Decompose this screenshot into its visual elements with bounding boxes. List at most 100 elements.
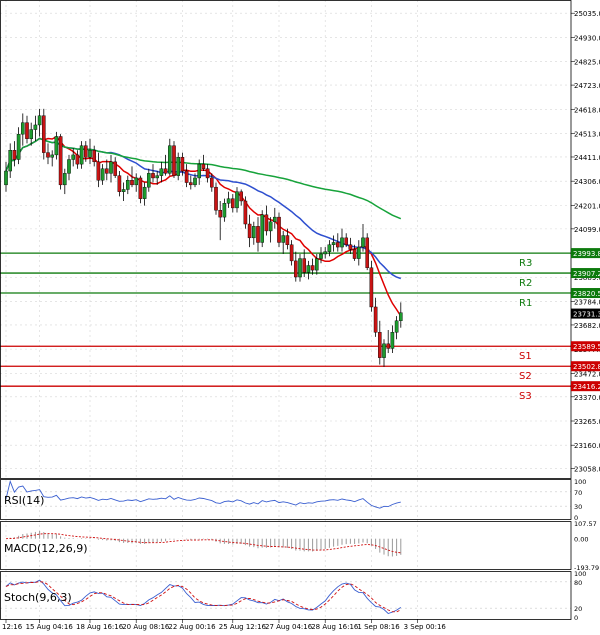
price-axis: 25035.0 24930.0 24825.0 24723.0 24618.0 24513… [571,10,600,622]
candle [104,159,109,181]
candle [331,235,336,252]
candle [142,182,147,206]
candle-body [16,133,21,160]
candle-body [25,122,29,139]
candle-body [109,161,113,174]
price-marker: 23993.8 [571,248,600,259]
candle-body [92,150,96,163]
price-marker: 23907.2 [571,268,600,279]
indicator-tick-label: 30 [574,503,582,511]
candle [8,143,13,178]
candle [184,164,189,188]
price-marker-text: 23589.5 [573,343,600,351]
candle-body [146,173,151,188]
candle [21,113,25,146]
candle [121,182,126,201]
candle-body [197,163,202,179]
price-tick-label: 24825.0 [574,59,600,67]
pivot-level-label: S3 [519,391,532,402]
pivot-level-label: R1 [519,298,532,309]
candle [12,141,17,167]
pivot-levels: R3 R2 R1 S1 S2 S3 [0,252,571,402]
candle [42,108,46,160]
candle [176,152,181,181]
candle [277,212,281,248]
price-marker: 23589.5 [571,341,600,352]
price-tick-label: 23370.0 [574,394,600,402]
candle [243,196,248,229]
price-tick-label: 24930.0 [574,34,600,42]
pivot-level-label: R2 [519,278,532,289]
candle [188,175,193,190]
candle [100,164,105,185]
candle [37,108,42,137]
main-plot: R3 R2 R1 S1 S2 S3 [0,108,571,402]
candle-body [268,221,273,232]
candle [172,141,176,178]
candle-body [319,253,323,259]
price-tick-label: 24306.0 [574,178,600,186]
candle-body [352,249,357,259]
candle [92,145,96,167]
price-marker: 23502.8 [571,361,600,372]
candle-body [294,260,298,278]
candle-body [361,237,365,248]
candle-body [260,214,265,243]
time-tick-label: 15 Aug 04:16 [26,623,74,631]
price-marker-text: 23820.5 [573,290,600,298]
candle-body [50,154,54,158]
price-marker-text: 23416.2 [573,383,600,391]
candle [373,297,378,337]
candle-body [100,168,105,181]
candle [336,233,340,252]
candle-body [88,150,92,158]
candle-body [222,203,227,218]
candle [273,207,277,229]
candle [146,168,151,192]
time-tick-label: 22 Aug 00:16 [168,623,216,631]
candle [163,154,168,176]
candle-body [251,226,256,239]
candle-body [134,177,139,186]
candle-body [12,150,17,160]
candle [58,134,63,190]
candle-body [46,152,50,158]
panel-frame [0,479,572,520]
time-tick-label: 18 Aug 16:16 [76,623,124,631]
candle [399,302,403,328]
indicator-tick-label: 0 [574,614,578,622]
candle-body [167,145,172,174]
candle-body [42,115,46,153]
time-axis: 12:16 15 Aug 04:16 18 Aug 16:1620 Aug 08:1… [2,619,446,631]
time-tick-label: 25 Aug 12:16 [219,623,267,631]
candle-body [373,306,378,333]
time-tick-label: 20 Aug 08:16 [122,623,170,631]
pivot-level-label: S2 [519,371,532,382]
price-tick-label: 23784.0 [574,298,600,306]
candle [134,173,139,192]
candle [251,221,256,245]
candle-body [357,246,361,259]
indicator-tick-label: 100 [574,478,586,486]
price-marker-text: 23731.3 [573,311,600,319]
candle-body [336,242,340,248]
candle [394,316,399,340]
candle [222,198,227,222]
candle [289,240,294,266]
candle [357,240,361,266]
price-tick-label: 24099.0 [574,226,600,234]
rsi-label: RSI(14) [4,494,44,507]
candle [167,138,172,176]
candle-body [264,214,269,232]
candle [235,187,239,213]
pivot-level-label: S1 [519,351,532,362]
candle-body [83,145,88,158]
candle-body [205,168,210,179]
price-tick-label: 23472.0 [574,370,600,378]
candle-body [218,210,223,218]
candle-body [285,235,290,245]
rsi-plot [5,479,401,509]
candle [281,230,286,254]
candle-body [184,170,189,183]
price-chart[interactable]: R3 R2 R1 S1 S2 S3 25035.0 24930.0 24825.0 24723.… [0,0,600,635]
